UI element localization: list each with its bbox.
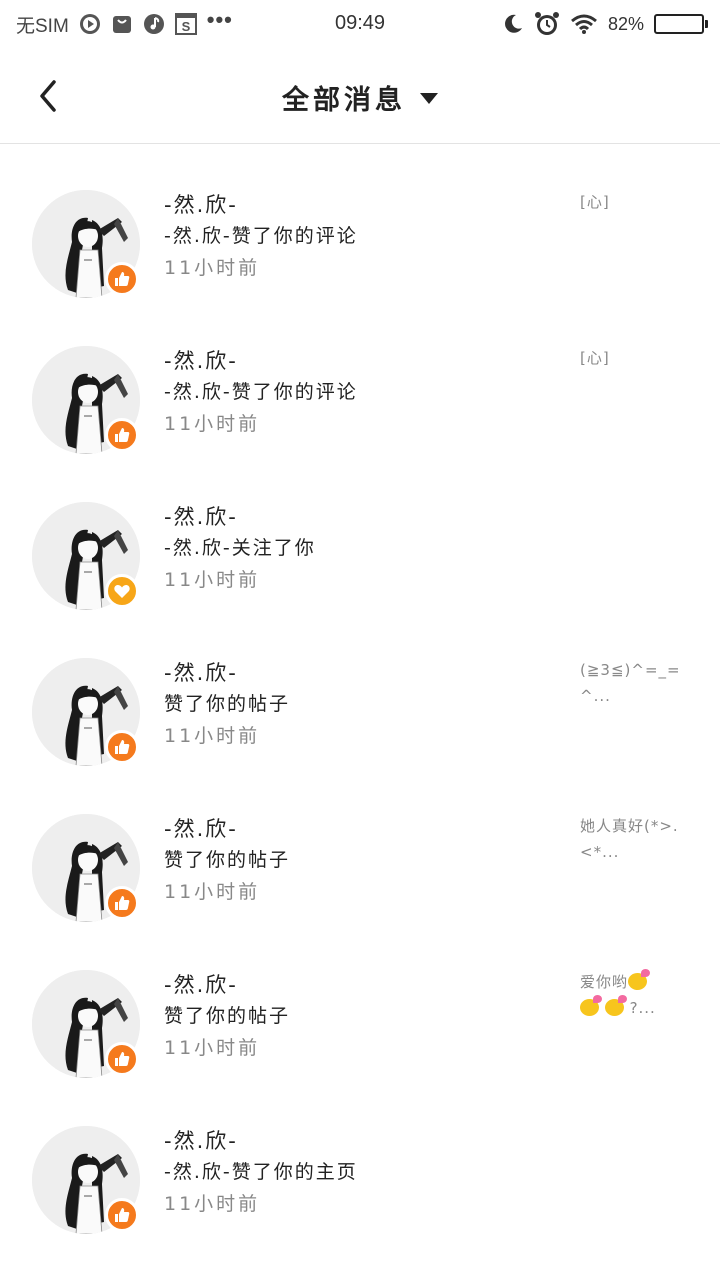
content-preview[interactable]: 她人真好(*>.<*... [580, 813, 690, 865]
message-action: -然.欣-赞了你的主页 [164, 1161, 358, 1183]
content-preview[interactable]: [心] [580, 189, 690, 215]
message-time: 11小时前 [164, 881, 261, 903]
thumbs-up-badge-icon [105, 730, 139, 764]
sender-name[interactable]: -然.欣- [164, 501, 238, 531]
thumbs-up-badge-icon [105, 1198, 139, 1232]
sender-name[interactable]: -然.欣- [164, 813, 238, 843]
sender-name[interactable]: -然.欣- [164, 345, 238, 375]
nav-header: 全部消息 [0, 48, 720, 144]
thumbs-up-badge-icon [105, 1042, 139, 1076]
status-right: 82% [502, 10, 708, 38]
message-action: 赞了你的帖子 [164, 693, 291, 715]
content-preview[interactable]: 爱你哟 ?... [580, 969, 690, 1021]
preview-text: 她人真好(*>.<*... [580, 817, 679, 861]
chick-emoji-icon [604, 995, 627, 1016]
preview-text: (≧3≦)^=_=^... [580, 661, 681, 705]
message-item[interactable]: -然.欣- 赞了你的帖子 11小时前 (≧3≦)^=_=^... [0, 613, 720, 769]
preview-tail: ?... [629, 999, 656, 1017]
preview-text: [心] [580, 349, 610, 367]
battery-percent: 82% [607, 13, 644, 34]
chick-emoji-icon [628, 969, 651, 990]
message-time: 11小时前 [164, 1193, 261, 1215]
page-title: 全部消息 [282, 85, 406, 116]
message-filter-dropdown[interactable]: 全部消息 [0, 78, 720, 117]
sender-name[interactable]: -然.欣- [164, 969, 238, 999]
wifi-icon [570, 13, 598, 35]
message-action: -然.欣-赞了你的评论 [164, 225, 358, 247]
message-item[interactable]: -然.欣- -然.欣-关注了你 11小时前 [0, 457, 720, 613]
message-action: -然.欣-关注了你 [164, 537, 316, 559]
sender-name[interactable]: -然.欣- [164, 657, 238, 687]
alarm-icon [534, 11, 560, 37]
message-item[interactable]: -然.欣- -然.欣-赞了你的评论 11小时前 [心] [0, 301, 720, 457]
message-action: -然.欣-赞了你的评论 [164, 381, 358, 403]
moon-icon [502, 13, 524, 35]
sender-name[interactable]: -然.欣- [164, 189, 238, 219]
thumbs-up-badge-icon [105, 886, 139, 920]
message-time: 11小时前 [164, 725, 261, 747]
message-item[interactable]: -然.欣- -然.欣-赞了你的主页 11小时前 [0, 1081, 720, 1237]
preview-text: [心] [580, 193, 610, 211]
thumbs-up-badge-icon [105, 418, 139, 452]
message-time: 11小时前 [164, 1037, 261, 1059]
content-preview[interactable]: [心] [580, 345, 690, 371]
message-item[interactable]: -然.欣- 赞了你的帖子 11小时前 她人真好(*>.<*... [0, 769, 720, 925]
message-time: 11小时前 [164, 413, 261, 435]
preview-text: 爱你哟 [580, 973, 629, 991]
chick-emoji-icon [580, 995, 602, 1016]
sender-name[interactable]: -然.欣- [164, 1125, 238, 1155]
message-time: 11小时前 [164, 569, 261, 591]
battery-icon [654, 14, 708, 34]
thumbs-up-badge-icon [105, 262, 139, 296]
message-list: -然.欣- -然.欣-赞了你的评论 11小时前 [心] -然.欣- -然.欣-赞了你的评… [0, 145, 720, 1237]
content-preview[interactable]: (≧3≦)^=_=^... [580, 657, 690, 709]
message-item[interactable]: -然.欣- -然.欣-赞了你的评论 11小时前 [心] [0, 145, 720, 301]
message-item[interactable]: -然.欣- 赞了你的帖子 11小时前 爱你哟 ?... [0, 925, 720, 1081]
caret-down-icon [420, 93, 438, 104]
status-bar: 无SIM S ••• 09:49 82% [0, 0, 720, 48]
message-action: 赞了你的帖子 [164, 1005, 291, 1027]
message-time: 11小时前 [164, 257, 261, 279]
heart-badge-icon [105, 574, 139, 608]
message-action: 赞了你的帖子 [164, 849, 291, 871]
